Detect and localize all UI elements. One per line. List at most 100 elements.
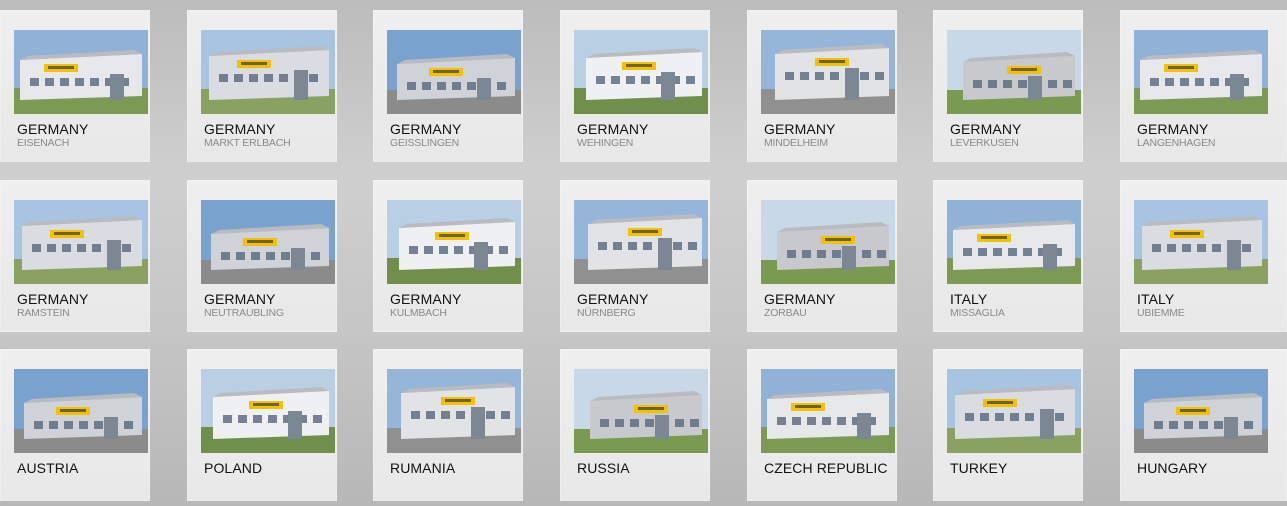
factory-building-image (14, 200, 148, 284)
location-city: LEVERKUSEN (950, 137, 1019, 149)
location-photo[interactable] (201, 200, 335, 284)
location-city: LANGENHAGEN (1137, 137, 1216, 149)
location-card[interactable]: GERMANY MINDELHEIM (747, 10, 897, 162)
location-city: RAMSTEIN (17, 307, 70, 319)
location-city: WEHINGEN (577, 137, 634, 149)
location-city: ZORBAU (764, 307, 807, 319)
location-photo[interactable] (574, 200, 708, 284)
location-photo[interactable] (387, 30, 521, 114)
location-country: AUSTRIA (17, 460, 79, 476)
factory-building-image (947, 200, 1081, 284)
location-city: UBIEMME (1137, 307, 1185, 319)
location-photo[interactable] (14, 369, 148, 453)
location-country: RUMANIA (390, 460, 456, 476)
location-card[interactable]: ITALY MISSAGLIA (933, 180, 1083, 332)
location-country: TURKEY (950, 460, 1008, 476)
factory-building-image (574, 200, 708, 284)
location-photo[interactable] (1134, 369, 1268, 453)
location-country: GERMANY (17, 121, 89, 137)
location-card[interactable]: GERMANY EISENACH (0, 10, 150, 162)
factory-building-image (14, 369, 148, 453)
location-photo[interactable] (1134, 200, 1268, 284)
location-photo[interactable] (14, 30, 148, 114)
location-country: GERMANY (577, 121, 649, 137)
location-photo[interactable] (947, 369, 1081, 453)
location-photo[interactable] (947, 200, 1081, 284)
location-card[interactable]: POLAND (187, 349, 337, 501)
factory-building-image (14, 30, 148, 114)
location-card[interactable]: HUNGARY (1120, 349, 1287, 501)
factory-building-image (761, 369, 895, 453)
location-card[interactable]: AUSTRIA (0, 349, 150, 501)
location-country: RUSSIA (577, 460, 630, 476)
location-country: HUNGARY (1137, 460, 1208, 476)
location-city: KULMBACH (390, 307, 447, 319)
location-country: GERMANY (17, 291, 89, 307)
factory-building-image (387, 30, 521, 114)
location-card[interactable]: GERMANY LANGENHAGEN (1120, 10, 1287, 162)
factory-building-image (1134, 30, 1268, 114)
location-photo[interactable] (761, 200, 895, 284)
factory-building-image (387, 369, 521, 453)
location-country: GERMANY (390, 291, 462, 307)
factory-building-image (574, 369, 708, 453)
location-country: CZECH REPUBLIC (764, 460, 888, 476)
factory-building-image (761, 30, 895, 114)
location-photo[interactable] (387, 369, 521, 453)
location-card[interactable]: GERMANY RAMSTEIN (0, 180, 150, 332)
location-photo[interactable] (387, 200, 521, 284)
location-city: NEUTRAUBLING (204, 307, 284, 319)
location-city: MARKT ERLBACH (204, 137, 291, 149)
location-city: MISSAGLIA (950, 307, 1005, 319)
location-country: GERMANY (204, 121, 276, 137)
location-card[interactable]: GERMANY KULMBACH (373, 180, 523, 332)
location-card[interactable]: CZECH REPUBLIC (747, 349, 897, 501)
factory-building-image (761, 200, 895, 284)
location-card[interactable]: GERMANY NEUTRAUBLING (187, 180, 337, 332)
location-card[interactable]: GERMANY NÜRNBERG (560, 180, 710, 332)
locations-row: GERMANY RAMSTEIN GERMANY NEUTRAUBLING GERM… (0, 180, 1287, 332)
location-card[interactable]: RUSSIA (560, 349, 710, 501)
factory-building-image (947, 369, 1081, 453)
location-country: GERMANY (764, 121, 836, 137)
locations-row: GERMANY EISENACH GERMANY MARKT ERLBACH GER… (0, 10, 1287, 162)
location-city: NÜRNBERG (577, 307, 636, 319)
location-country: GERMANY (577, 291, 649, 307)
location-city: EISENACH (17, 137, 70, 149)
location-photo[interactable] (201, 369, 335, 453)
factory-building-image (1134, 200, 1268, 284)
location-card[interactable]: GERMANY WEHINGEN (560, 10, 710, 162)
factory-building-image (387, 200, 521, 284)
location-photo[interactable] (14, 200, 148, 284)
location-country: GERMANY (950, 121, 1022, 137)
location-card[interactable]: GERMANY ZORBAU (747, 180, 897, 332)
location-photo[interactable] (574, 369, 708, 453)
location-photo[interactable] (201, 30, 335, 114)
location-country: GERMANY (764, 291, 836, 307)
location-photo[interactable] (761, 369, 895, 453)
location-card[interactable]: RUMANIA (373, 349, 523, 501)
location-country: ITALY (1137, 291, 1175, 307)
factory-building-image (1134, 369, 1268, 453)
factory-building-image (947, 30, 1081, 114)
location-country: ITALY (950, 291, 988, 307)
factory-building-image (201, 200, 335, 284)
location-country: GERMANY (204, 291, 276, 307)
location-city: MINDELHEIM (764, 137, 828, 149)
location-country: POLAND (204, 460, 263, 476)
location-country: GERMANY (390, 121, 462, 137)
factory-building-image (201, 369, 335, 453)
location-city: GEISSLINGEN (390, 137, 459, 149)
location-card[interactable]: ITALY UBIEMME (1120, 180, 1287, 332)
location-photo[interactable] (761, 30, 895, 114)
location-card[interactable]: GERMANY GEISSLINGEN (373, 10, 523, 162)
location-photo[interactable] (1134, 30, 1268, 114)
locations-row: AUSTRIA POLAND RUMANIA RUSSIA CZECH REPU… (0, 349, 1287, 501)
location-card[interactable]: GERMANY LEVERKUSEN (933, 10, 1083, 162)
location-country: GERMANY (1137, 121, 1209, 137)
location-photo[interactable] (574, 30, 708, 114)
factory-building-image (574, 30, 708, 114)
location-photo[interactable] (947, 30, 1081, 114)
location-card[interactable]: TURKEY (933, 349, 1083, 501)
location-card[interactable]: GERMANY MARKT ERLBACH (187, 10, 337, 162)
